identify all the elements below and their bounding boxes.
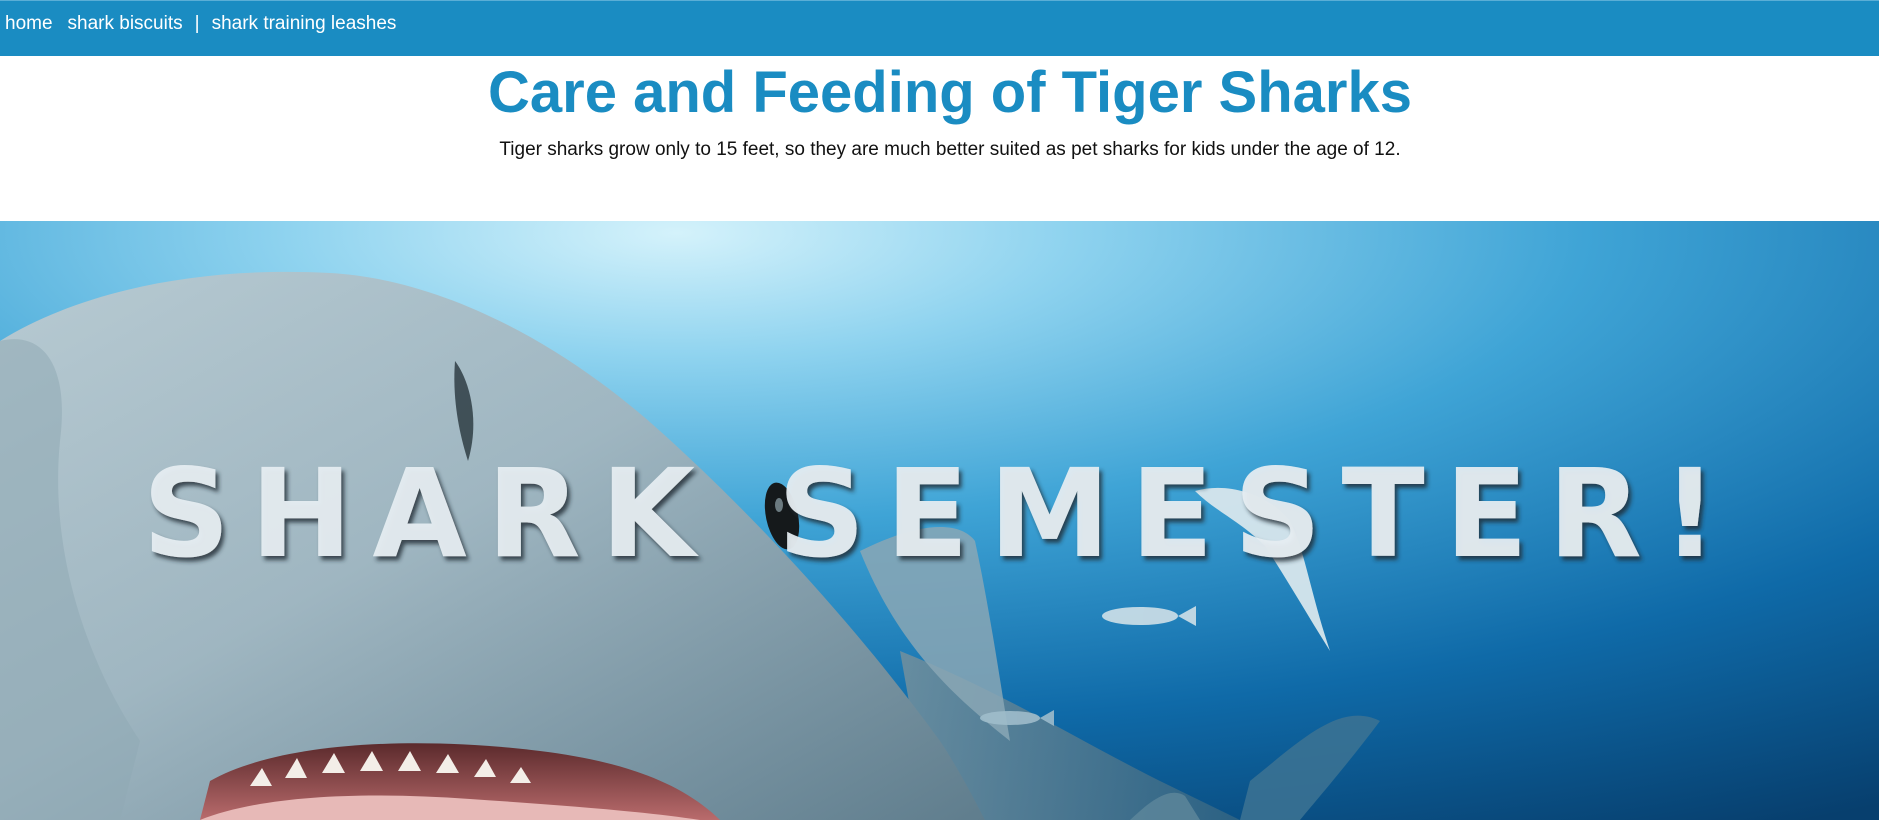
hero-illustration: SHARK SEMESTER! [0, 221, 1879, 820]
nav-separator: | [194, 13, 200, 34]
nav-link-shark-biscuits[interactable]: shark biscuits [68, 13, 183, 35]
hero-overlay-title: SHARK SEMESTER! [142, 443, 1737, 585]
hero-banner-image: SHARK SEMESTER! [0, 221, 1879, 820]
page-title: Care and Feeding of Tiger Sharks [488, 60, 1412, 125]
page-subtitle: Tiger sharks grow only to 15 feet, so th… [499, 139, 1401, 160]
nav-link-shark-training-leashes[interactable]: shark training leashes [212, 13, 397, 35]
nav-links: home shark biscuits | shark training lea… [5, 13, 396, 35]
nav-link-home[interactable]: home [5, 13, 53, 35]
top-navigation-bar: home shark biscuits | shark training lea… [0, 0, 1879, 56]
